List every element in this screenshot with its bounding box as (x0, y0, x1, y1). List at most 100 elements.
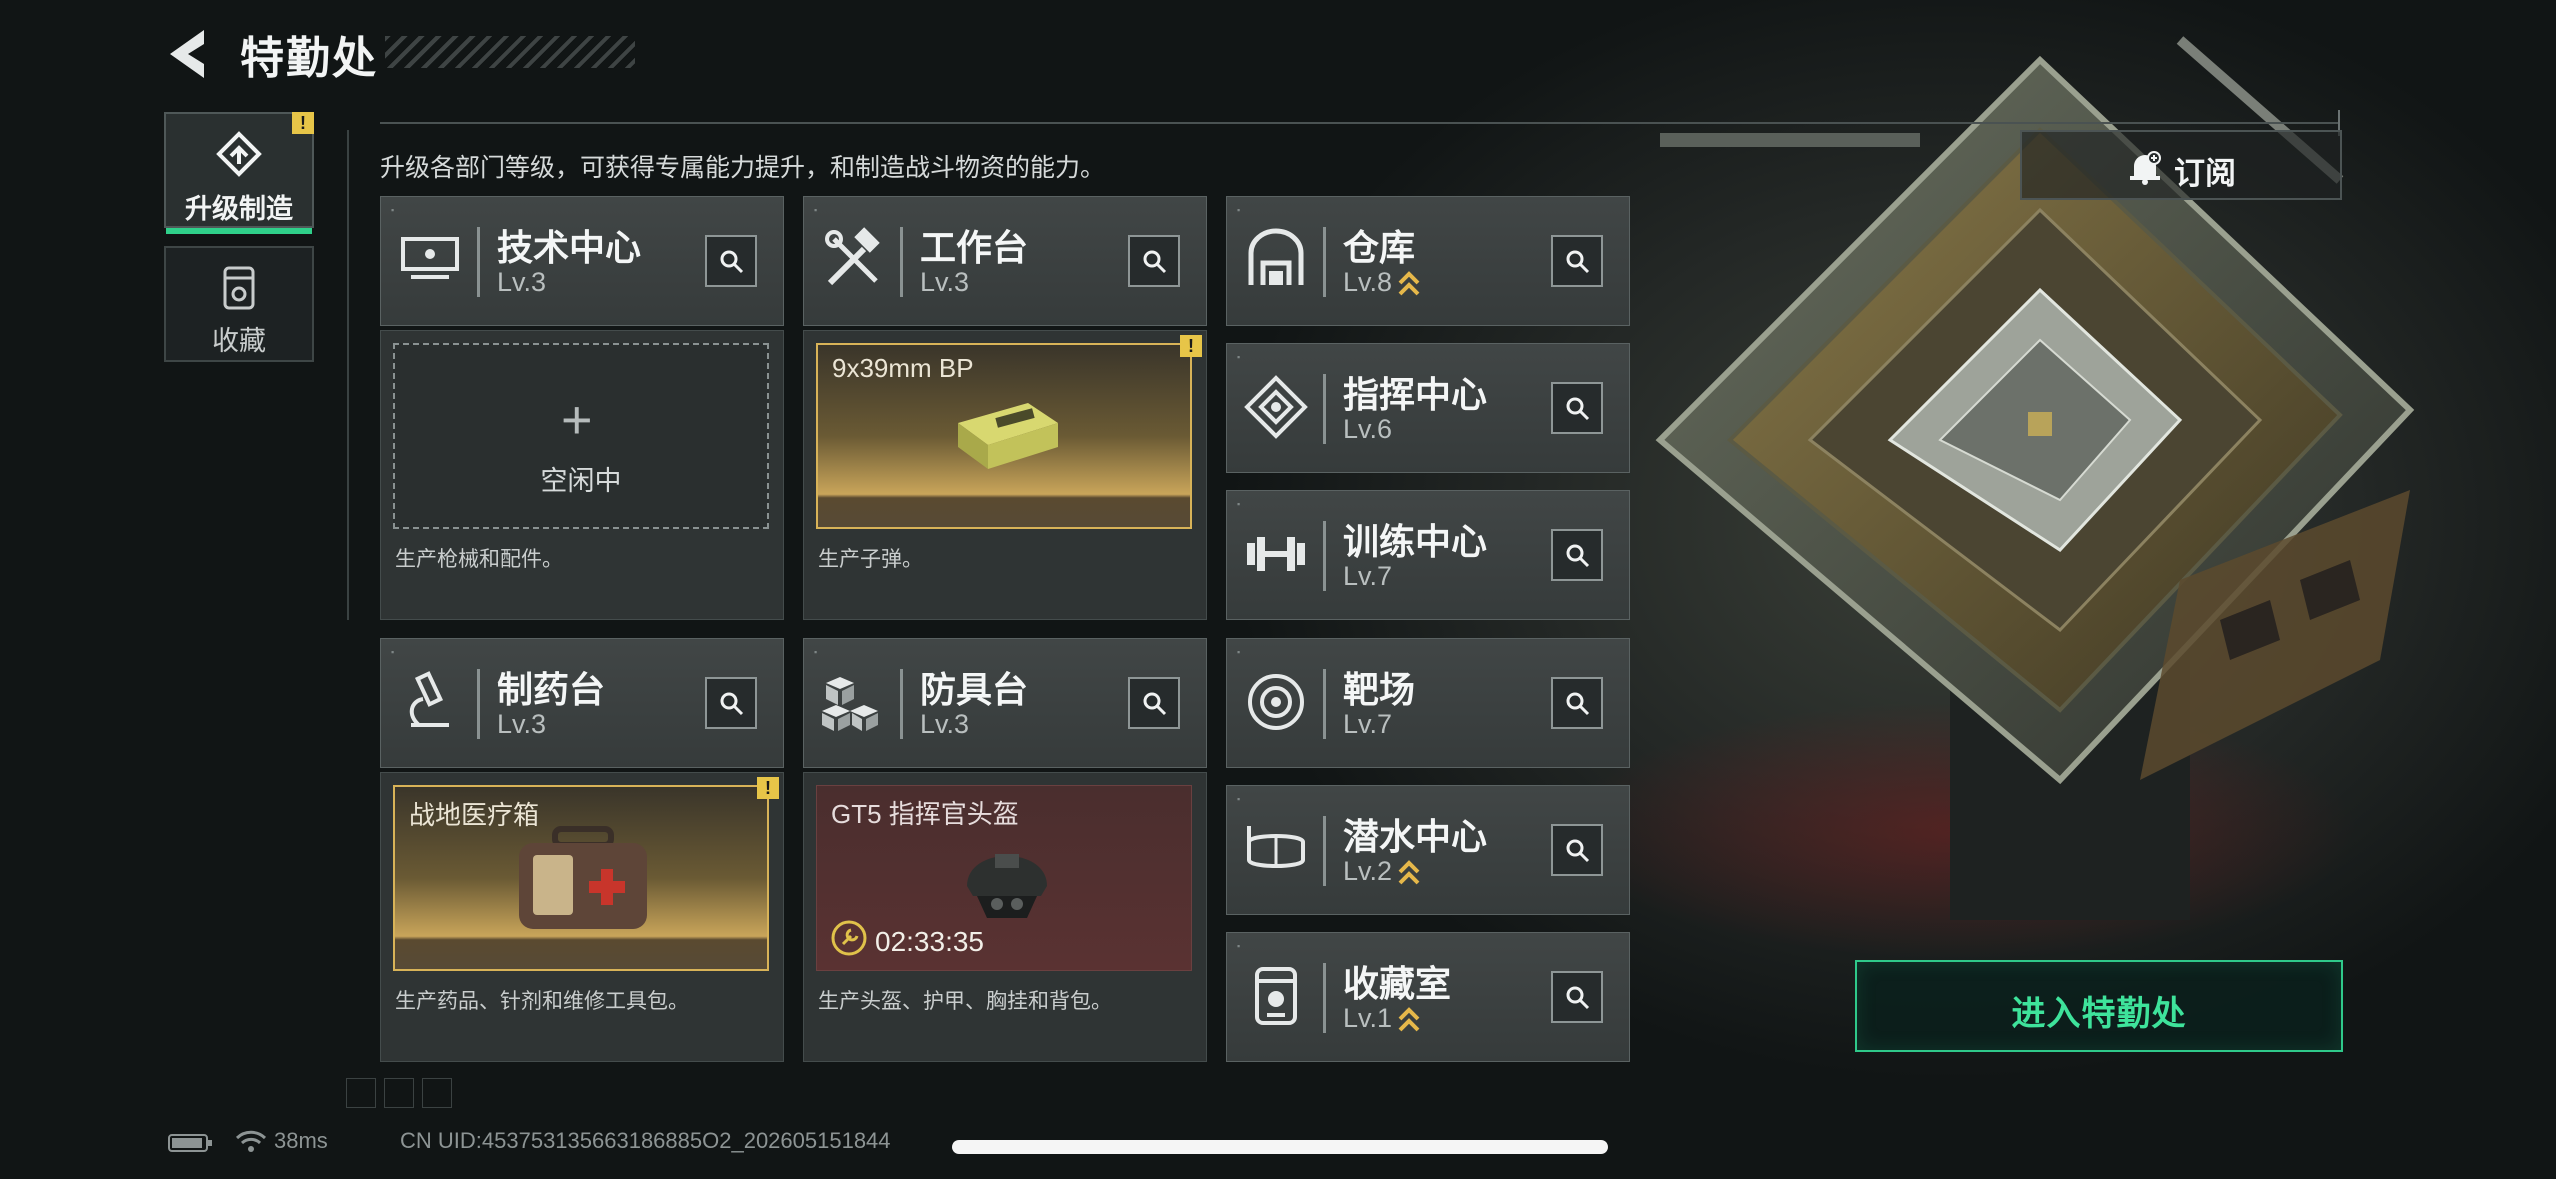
level-text: Lv.3 (920, 267, 970, 297)
card-corner-mark: ▪ (1237, 499, 1241, 509)
decoration-square (346, 1078, 376, 1108)
card-warehouse[interactable]: ▪ 仓库 Lv.8 (1226, 196, 1630, 326)
card-divider (900, 227, 903, 297)
department-name: 潜水中心 (1343, 816, 1488, 857)
upgrade-available-icon (1398, 271, 1420, 296)
home-indicator[interactable] (952, 1140, 1608, 1154)
cubes-icon (822, 677, 878, 731)
card-divider (1323, 374, 1326, 444)
card-pharmacy[interactable]: ▪ 制药台 Lv.3 (380, 638, 784, 768)
search-button[interactable] (1551, 971, 1603, 1023)
helmet-icon (967, 854, 1047, 918)
department-name: 收藏室 (1343, 963, 1452, 1004)
card-corner-mark: ▪ (814, 647, 818, 657)
production-panel-armor: GT5 指挥官头盔 02:33:35 生产头盔、护甲、胸挂和背包。 (803, 772, 1207, 1062)
department-description: 生产药品、针剂和维修工具包。 (395, 990, 689, 1013)
idle-status: 空闲中 (540, 466, 622, 496)
card-shooting-range[interactable]: ▪ 靶场 Lv.7 (1226, 638, 1630, 768)
department-level: Lv.3 (497, 267, 546, 298)
ammo-box-icon (958, 403, 1058, 469)
level-text: Lv.3 (497, 267, 547, 297)
target-icon (1248, 674, 1304, 730)
wifi-icon (236, 1130, 267, 1152)
title-decoration (385, 36, 635, 68)
subscribe-label: 订阅 (2174, 156, 2236, 191)
level-text: Lv.1 (1343, 1003, 1393, 1033)
card-command-center[interactable]: ▪ 指挥中心 Lv.6 (1226, 343, 1630, 473)
tab-collection[interactable]: 收藏 (164, 246, 314, 362)
search-icon (1566, 397, 1590, 421)
card-corner-mark: ▪ (1237, 794, 1241, 804)
production-panel-pharmacy: 战地医疗箱 ! 生产药品、针剂和维修工具包。 (380, 772, 784, 1062)
production-slot[interactable]: 战地医疗箱 (393, 785, 769, 971)
production-slot-in-progress[interactable]: GT5 指挥官头盔 02:33:35 (816, 785, 1192, 971)
search-icon (1566, 692, 1590, 716)
card-divider (1323, 816, 1326, 886)
wrench-timer-icon (831, 920, 867, 956)
level-text: Lv.8 (1343, 267, 1393, 297)
trophy-case-icon (1255, 967, 1297, 1025)
subscribe-button[interactable]: 订阅 (2020, 130, 2342, 200)
level-text: Lv.3 (920, 709, 970, 739)
department-level: Lv.3 (497, 709, 546, 740)
card-tech-center[interactable]: ▪ 技术中心 Lv.3 (380, 196, 784, 326)
idle-production-slot[interactable]: + 空闲中 (393, 343, 769, 529)
department-level: Lv.3 (920, 267, 969, 298)
search-button[interactable] (1551, 677, 1603, 729)
product-name: 9x39mm BP (832, 353, 974, 383)
department-level: Lv.7 (1343, 561, 1392, 592)
network-latency: 38ms (274, 1128, 328, 1153)
department-level: Lv.1 (1343, 1003, 1420, 1034)
card-divider (1323, 227, 1326, 297)
level-text: Lv.6 (1343, 414, 1393, 444)
department-description: 生产子弹。 (818, 548, 923, 571)
department-level: Lv.7 (1343, 709, 1392, 740)
search-icon (720, 692, 744, 716)
card-divider (900, 669, 903, 739)
enter-button-label: 进入特勤处 (2011, 995, 2187, 1033)
back-button[interactable] (160, 24, 220, 84)
status-indicators (168, 1128, 268, 1160)
enter-special-ops-button[interactable]: 进入特勤处 (1855, 960, 2343, 1052)
search-button[interactable] (1551, 382, 1603, 434)
card-collection-room[interactable]: ▪ 收藏室 Lv.1 (1226, 932, 1630, 1062)
search-button[interactable] (1128, 235, 1180, 287)
level-text: Lv.7 (1343, 709, 1393, 739)
search-button[interactable] (1551, 235, 1603, 287)
department-name: 防具台 (920, 669, 1029, 710)
header-divider (380, 122, 2340, 124)
search-icon (1143, 250, 1167, 274)
search-button[interactable] (705, 677, 757, 729)
search-icon (1566, 544, 1590, 568)
search-button[interactable] (1551, 529, 1603, 581)
collection-icon (223, 266, 255, 310)
department-level: Lv.8 (1343, 267, 1420, 298)
level-text: Lv.2 (1343, 856, 1393, 886)
tab-collection-label: 收藏 (212, 326, 266, 356)
level-text: Lv.7 (1343, 561, 1393, 591)
department-level: Lv.6 (1343, 414, 1392, 445)
page-subtitle: 升级各部门等级，可获得专属能力提升，和制造战斗物资的能力。 (380, 154, 1106, 182)
department-description: 生产头盔、护甲、胸挂和背包。 (818, 990, 1112, 1013)
bell-icon (2130, 151, 2161, 185)
card-training-center[interactable]: ▪ 训练中心 Lv.7 (1226, 490, 1630, 620)
card-corner-mark: ▪ (1237, 941, 1241, 951)
alert-badge: ! (1180, 335, 1202, 357)
card-diving-center[interactable]: ▪ 潜水中心 Lv.2 (1226, 785, 1630, 915)
search-button[interactable] (1128, 677, 1180, 729)
production-slot[interactable]: 9x39mm BP (816, 343, 1192, 529)
search-icon (1566, 839, 1590, 863)
page-title: 特勤处 (240, 34, 378, 83)
decoration-square (384, 1078, 414, 1108)
card-divider (477, 227, 480, 297)
card-armor-bench[interactable]: ▪ 防具台 Lv.3 (803, 638, 1207, 768)
tab-upgrade-craft[interactable]: 升级制造 ! (164, 112, 314, 234)
department-level: Lv.2 (1343, 856, 1420, 887)
search-icon (720, 250, 744, 274)
card-workbench[interactable]: ▪ 工作台 Lv.3 (803, 196, 1207, 326)
search-button[interactable] (1551, 824, 1603, 876)
alert-badge: ! (292, 112, 314, 134)
search-button[interactable] (705, 235, 757, 287)
card-divider (1323, 963, 1326, 1033)
department-name: 训练中心 (1343, 521, 1488, 562)
